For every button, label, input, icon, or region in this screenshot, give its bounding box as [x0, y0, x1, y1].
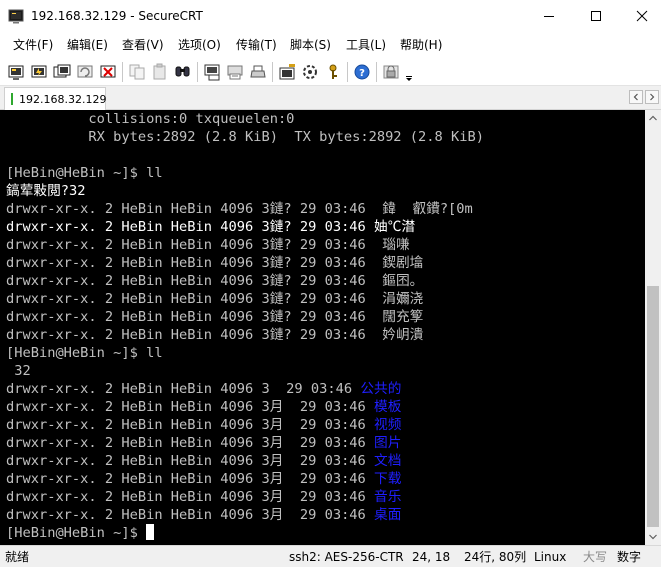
directory-name: 图片 — [374, 435, 402, 451]
toolbar-separator — [376, 62, 377, 82]
terminal-cursor — [146, 524, 155, 540]
terminal-line: drwxr-xr-x. 2 HeBin HeBin 4096 3鏈? 29 03… — [6, 219, 416, 235]
terminal-line: drwxr-xr-x. 2 HeBin HeBin 4096 3鏈? 29 03… — [6, 291, 424, 307]
tab-scroll-left-button[interactable] — [629, 90, 643, 104]
close-button[interactable] — [619, 0, 661, 33]
terminal-output: collisions:0 txqueuelen:0 RX bytes:2892 … — [6, 110, 484, 542]
securecrt-app-icon — [8, 9, 24, 24]
chevron-down-icon — [649, 534, 657, 540]
terminal-line: drwxr-xr-x. 2 HeBin HeBin 4096 3月 29 03:… — [6, 435, 402, 451]
connection-status-indicator — [11, 93, 13, 105]
menu-edit[interactable]: 编辑(E) — [67, 38, 108, 52]
key-map-icon[interactable] — [324, 63, 342, 81]
print-icon[interactable] — [203, 63, 221, 81]
toolbar-separator — [197, 62, 198, 82]
terminal-line: [HeBin@HeBin ~]$ ll — [6, 345, 163, 361]
terminal-line: collisions:0 txqueuelen:0 — [6, 111, 295, 127]
title-bar: 192.168.32.129 - SecureCRT — [0, 0, 661, 33]
menu-view[interactable]: 查看(V) — [122, 38, 164, 52]
directory-name: 公共的 — [360, 381, 402, 397]
print-screen-icon[interactable] — [226, 63, 244, 81]
terminal-scrollbar[interactable] — [645, 110, 661, 545]
status-num-lock: 数字 — [617, 550, 642, 564]
window-title: 192.168.32.129 - SecureCRT — [31, 9, 203, 23]
terminal-line: [HeBin@HeBin ~]$ ll — [6, 165, 163, 181]
chevron-left-icon — [633, 93, 638, 101]
chevron-up-icon — [649, 115, 657, 121]
terminal-line: 鎬荤敤閲?32 — [6, 183, 86, 199]
directory-name: 视频 — [374, 417, 402, 433]
status-terminal-size: 24行, 80列 — [464, 550, 527, 564]
menu-help[interactable]: 帮助(H) — [400, 38, 442, 52]
paste-icon[interactable] — [151, 63, 169, 81]
session-options-icon[interactable] — [278, 63, 296, 81]
terminal-line: drwxr-xr-x. 2 HeBin HeBin 4096 3月 29 03:… — [6, 453, 402, 469]
status-cipher: ssh2: AES-256-CTR — [289, 550, 404, 564]
toolbar: ? — [0, 57, 661, 86]
terminal-line: drwxr-xr-x. 2 HeBin HeBin 4096 3鏈? 29 03… — [6, 237, 410, 253]
maximize-button[interactable] — [573, 0, 619, 33]
svg-text:?: ? — [359, 68, 365, 79]
directory-name: 文档 — [374, 453, 402, 469]
terminal-line: drwxr-xr-x. 2 HeBin HeBin 4096 3月 29 03:… — [6, 417, 402, 433]
tab-session[interactable]: 192.168.32.129 — [4, 87, 106, 110]
toolbar-separator — [347, 62, 348, 82]
terminal-line: drwxr-xr-x. 2 HeBin HeBin 4096 3月 29 03:… — [6, 489, 402, 505]
terminal-line: drwxr-xr-x. 2 HeBin HeBin 4096 3鏈? 29 03… — [6, 201, 473, 217]
terminal-line: drwxr-xr-x. 2 HeBin HeBin 4096 3 29 03:4… — [6, 381, 402, 397]
status-bar: 就绪 ssh2: AES-256-CTR 24, 18 24行, 80列 Lin… — [0, 545, 661, 567]
directory-name: 桌面 — [374, 507, 402, 523]
copy-icon[interactable] — [128, 63, 146, 81]
session-tab-bar: 192.168.32.129 — [0, 86, 661, 110]
disconnect-icon[interactable] — [99, 63, 117, 81]
chevron-right-icon — [650, 93, 655, 101]
maximize-icon — [591, 11, 601, 21]
directory-name: 音乐 — [374, 489, 402, 505]
find-icon[interactable] — [174, 63, 192, 81]
tab-label: 192.168.32.129 — [19, 93, 107, 106]
status-caps-lock: 大写 — [583, 550, 608, 564]
scroll-up-button[interactable] — [645, 110, 661, 126]
scroll-down-button[interactable] — [645, 529, 661, 545]
terminal-line: drwxr-xr-x. 2 HeBin HeBin 4096 3月 29 03:… — [6, 399, 402, 415]
lock-icon[interactable] — [382, 63, 400, 81]
quick-connect-icon[interactable] — [30, 63, 48, 81]
terminal-line: drwxr-xr-x. 2 HeBin HeBin 4096 3鏈? 29 03… — [6, 309, 424, 325]
toolbar-separator — [272, 62, 273, 82]
terminal-line: 32 — [6, 363, 31, 379]
terminal-line: drwxr-xr-x. 2 HeBin HeBin 4096 3鏈? 29 03… — [6, 255, 424, 271]
close-icon — [636, 10, 648, 22]
directory-name: 下载 — [374, 471, 402, 487]
terminal-line: [HeBin@HeBin ~]$ — [6, 524, 484, 542]
terminal-line: drwxr-xr-x. 2 HeBin HeBin 4096 3月 29 03:… — [6, 507, 402, 523]
connect-in-tab-icon[interactable] — [53, 63, 71, 81]
minimize-icon — [544, 16, 554, 17]
menu-transfer[interactable]: 传输(T) — [236, 38, 277, 52]
toolbar-separator — [122, 62, 123, 82]
directory-name: 模板 — [374, 399, 402, 415]
terminal-line: drwxr-xr-x. 2 HeBin HeBin 4096 3月 29 03:… — [6, 471, 402, 487]
menu-tools[interactable]: 工具(L) — [346, 38, 386, 52]
status-ready: 就绪 — [5, 550, 30, 564]
tab-scroll-right-button[interactable] — [645, 90, 659, 104]
toolbar-overflow-icon[interactable] — [403, 63, 415, 81]
print-setup-icon[interactable] — [249, 63, 267, 81]
global-options-icon[interactable] — [301, 63, 319, 81]
menu-options[interactable]: 选项(O) — [178, 38, 221, 52]
reconnect-icon[interactable] — [76, 63, 94, 81]
terminal-line: drwxr-xr-x. 2 HeBin HeBin 4096 3鏈? 29 03… — [6, 327, 424, 343]
terminal-screen[interactable]: collisions:0 txqueuelen:0 RX bytes:2892 … — [0, 110, 645, 545]
scrollbar-thumb[interactable] — [647, 286, 659, 527]
menu-file[interactable]: 文件(F) — [13, 38, 53, 52]
connect-icon[interactable] — [7, 63, 25, 81]
status-cursor-position: 24, 18 — [412, 550, 451, 564]
minimize-button[interactable] — [526, 0, 572, 33]
menu-bar: 文件(F) 编辑(E) 查看(V) 选项(O) 传输(T) 脚本(S) 工具(L… — [0, 33, 661, 57]
status-terminal-type: Linux — [534, 550, 567, 564]
menu-script[interactable]: 脚本(S) — [290, 38, 331, 52]
terminal-line: drwxr-xr-x. 2 HeBin HeBin 4096 3鏈? 29 03… — [6, 273, 424, 289]
help-icon[interactable]: ? — [353, 63, 371, 81]
terminal-line: RX bytes:2892 (2.8 KiB) TX bytes:2892 (2… — [6, 129, 484, 145]
